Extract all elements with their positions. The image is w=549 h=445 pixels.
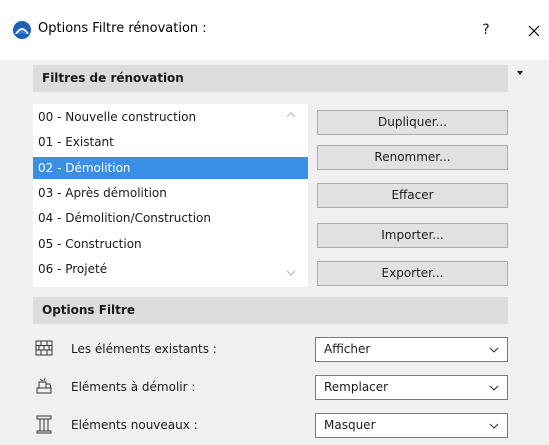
new-elements-label: Eléments nouveaux : [71, 418, 198, 432]
dialog-title: Options Filtre rénovation : [38, 21, 207, 36]
close-icon [528, 25, 540, 36]
new-elements-select[interactable]: Masquer [315, 413, 508, 438]
export-button[interactable]: Exporter... [317, 261, 508, 286]
section-header-options: Options Filtre [33, 297, 508, 324]
demolish-elements-label: Eléments à démolir : [71, 380, 196, 394]
existing-elements-label: Les éléments existants : [71, 342, 217, 356]
demolish-elements-select[interactable]: Remplacer [315, 375, 508, 400]
existing-elements-value: Afficher [324, 342, 371, 356]
filter-item[interactable]: 03 - Après démolition [33, 182, 308, 204]
import-button[interactable]: Importer... [317, 223, 508, 248]
close-button[interactable] [519, 16, 549, 44]
chevron-down-icon [489, 423, 499, 429]
section-header-filters: Filtres de rénovation [33, 65, 508, 92]
delete-button[interactable]: Effacer [317, 183, 508, 208]
title-bar: Options Filtre rénovation : ? [0, 0, 549, 60]
filter-item[interactable]: 00 - Nouvelle construction [33, 106, 308, 128]
scroll-indicator-icon[interactable] [517, 70, 523, 76]
scroll-down-icon[interactable] [285, 268, 297, 278]
duplicate-button[interactable]: Dupliquer... [317, 110, 508, 135]
new-elements-icon [36, 415, 52, 434]
new-elements-value: Masquer [324, 418, 376, 432]
chevron-down-icon [489, 347, 499, 353]
help-button[interactable]: ? [471, 16, 501, 44]
filter-item-selected[interactable]: 02 - Démolition [33, 157, 308, 179]
existing-elements-icon [35, 340, 53, 356]
renovation-filter-options-dialog: Options Filtre rénovation : ? Filtres de… [0, 0, 549, 445]
scroll-up-icon[interactable] [285, 110, 297, 120]
filter-item[interactable]: 04 - Démolition/Construction [33, 207, 308, 229]
filter-list[interactable]: 00 - Nouvelle construction 01 - Existant… [33, 104, 308, 287]
filter-item[interactable]: 06 - Projeté [33, 258, 308, 280]
filter-item[interactable]: 05 - Construction [33, 233, 308, 255]
filter-item[interactable]: 01 - Existant [33, 131, 308, 153]
archicad-app-icon [13, 21, 31, 39]
demolish-elements-icon [36, 377, 52, 394]
chevron-down-icon [489, 385, 499, 391]
existing-elements-select[interactable]: Afficher [315, 337, 508, 362]
rename-button[interactable]: Renommer... [317, 145, 508, 170]
demolish-elements-value: Remplacer [324, 380, 389, 394]
